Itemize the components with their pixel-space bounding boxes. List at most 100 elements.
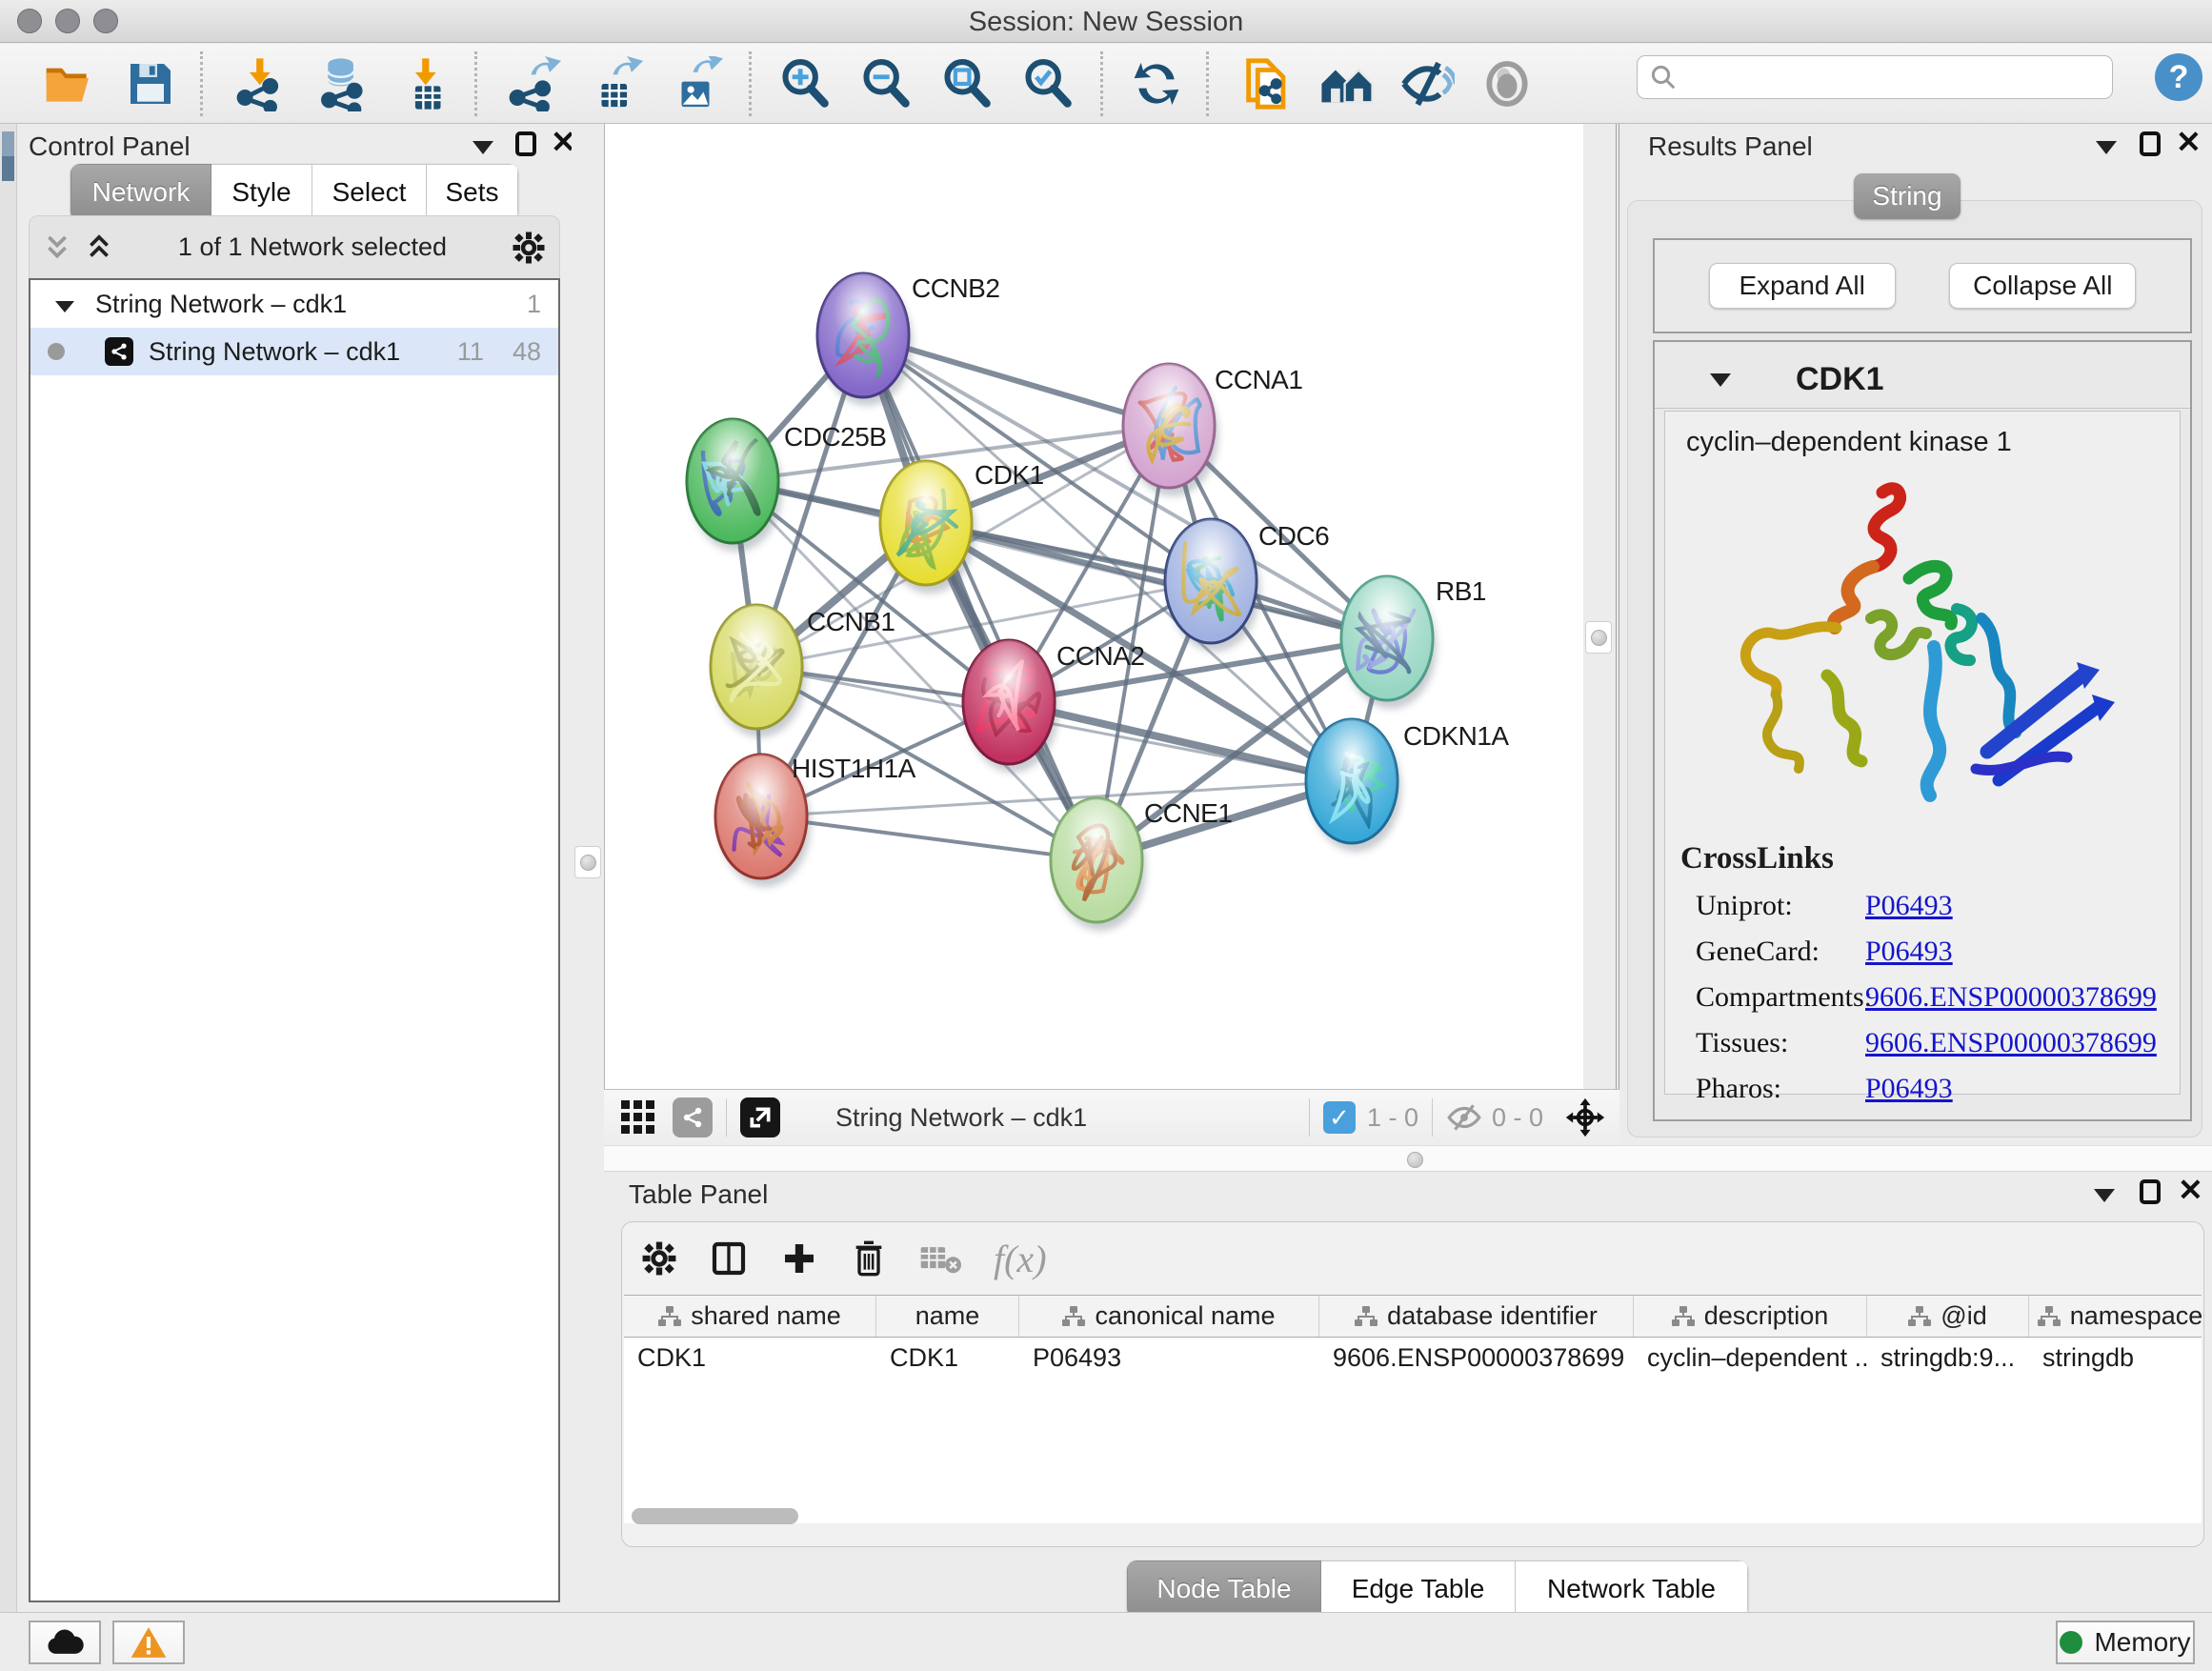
zoom-selected-button[interactable] <box>1019 55 1076 112</box>
apply-layout-button[interactable] <box>1128 55 1185 112</box>
expand-all-chevron-icon[interactable] <box>85 232 113 263</box>
network-row-selected[interactable]: String Network – cdk1 11 48 <box>30 328 558 375</box>
show-all-button[interactable] <box>1318 55 1376 112</box>
node-table[interactable]: shared namenamecanonical namedatabase id… <box>624 1295 2202 1523</box>
export-network-button[interactable] <box>505 55 562 112</box>
expand-all-button[interactable]: Expand All <box>1709 263 1896 309</box>
cloud-icon <box>44 1627 86 1658</box>
hidden-eye-slash-icon <box>1446 1102 1482 1133</box>
network-collection-row[interactable]: String Network – cdk1 1 <box>30 280 558 328</box>
crosslink-link[interactable]: P06493 <box>1865 890 1953 922</box>
results-panel-close-icon[interactable]: ✕ <box>2176 130 2202 154</box>
network-canvas[interactable]: CCNB2CCNA1CDC25BCDK1CDC6RB1CCNB1CCNA2CDK… <box>604 124 1583 1089</box>
network-view-title: String Network – cdk1 <box>835 1103 1087 1133</box>
help-button[interactable]: ? <box>2155 53 2202 101</box>
control-panel-collapse-icon[interactable] <box>473 141 493 154</box>
column-header-database-identifier[interactable]: database identifier <box>1319 1296 1634 1337</box>
crosslink-link[interactable]: P06493 <box>1865 1073 1953 1105</box>
toolbar-separator <box>749 51 752 116</box>
column-header-name[interactable]: name <box>876 1296 1019 1337</box>
warning-button[interactable] <box>112 1621 185 1664</box>
horizontal-splitter-handle[interactable] <box>1398 1150 1431 1169</box>
tree-expand-triangle-icon[interactable] <box>55 290 74 319</box>
table-panel-close-icon[interactable]: ✕ <box>2178 1178 2203 1202</box>
search-icon <box>1649 63 1678 91</box>
crosslink-link[interactable]: 9606.ENSP00000378699 <box>1865 1027 2157 1059</box>
table-panel-collapse-icon[interactable] <box>2094 1189 2115 1202</box>
column-header-shared-name[interactable]: shared name <box>624 1296 876 1337</box>
open-in-window-icon[interactable] <box>740 1097 780 1137</box>
search-input[interactable] <box>1637 55 2113 99</box>
left-splitter-handle[interactable] <box>574 846 601 878</box>
table-cell[interactable]: cyclin–dependent ... <box>1634 1338 1867 1378</box>
results-panel-collapse-icon[interactable] <box>2096 141 2117 154</box>
tab-style[interactable]: Style <box>211 164 312 221</box>
collection-network-count: 1 <box>527 290 541 319</box>
table-gear-icon[interactable] <box>641 1240 677 1277</box>
tab-node-table[interactable]: Node Table <box>1127 1560 1321 1618</box>
hierarchy-column-icon <box>1672 1306 1695 1327</box>
results-panel-float-icon[interactable] <box>2140 131 2161 156</box>
export-image-button[interactable] <box>667 55 724 112</box>
memory-button[interactable]: Memory <box>2056 1621 2195 1664</box>
table-cell[interactable]: stringdb:9... <box>1867 1338 2029 1378</box>
selected-checkbox-icon[interactable]: ✓ <box>1323 1101 1356 1134</box>
collapse-all-chevron-icon[interactable] <box>43 232 71 263</box>
crosslink-link[interactable]: 9606.ENSP00000378699 <box>1865 981 2157 1014</box>
export-table-button[interactable] <box>587 55 644 112</box>
table-row[interactable]: CDK1CDK1P064939606.ENSP00000378699cyclin… <box>624 1338 2202 1378</box>
control-panel-float-icon[interactable] <box>515 131 536 156</box>
warning-triangle-icon <box>130 1625 168 1660</box>
table-header-row[interactable]: shared namenamecanonical namedatabase id… <box>624 1296 2202 1338</box>
left-splitter[interactable] <box>572 124 604 1145</box>
table-cell[interactable]: stringdb <box>2029 1338 2202 1378</box>
tab-sets[interactable]: Sets <box>427 164 518 221</box>
show-hidden-button-disabled[interactable] <box>1478 55 1536 112</box>
add-column-plus-icon[interactable] <box>780 1239 818 1278</box>
import-table-button[interactable] <box>398 55 455 112</box>
horizontal-splitter[interactable] <box>604 1145 2212 1172</box>
column-header--id[interactable]: @id <box>1867 1296 2029 1337</box>
column-header-canonical-name[interactable]: canonical name <box>1019 1296 1319 1337</box>
gear-icon[interactable] <box>512 231 546 265</box>
table-cell[interactable]: 9606.ENSP00000378699 <box>1319 1338 1634 1378</box>
zoom-out-button[interactable] <box>857 55 915 112</box>
grid-view-icon[interactable] <box>619 1098 657 1137</box>
table-cell[interactable]: CDK1 <box>624 1338 876 1378</box>
zoom-in-button[interactable] <box>776 55 834 112</box>
tab-edge-table[interactable]: Edge Table <box>1321 1560 1516 1618</box>
delete-column-trash-icon[interactable] <box>851 1239 887 1278</box>
table-cell[interactable]: P06493 <box>1019 1338 1319 1378</box>
share-view-icon[interactable] <box>673 1097 713 1137</box>
table-horizontal-scrollbar[interactable] <box>632 1508 798 1524</box>
cloud-button[interactable] <box>29 1621 101 1664</box>
column-header-namespace[interactable]: namespace <box>2029 1296 2202 1337</box>
crosslink-link[interactable]: P06493 <box>1865 936 1953 968</box>
table-cell[interactable]: CDK1 <box>876 1338 1019 1378</box>
svg-text:CDC25B: CDC25B <box>784 422 886 452</box>
import-network-file-button[interactable] <box>232 55 290 112</box>
right-splitter[interactable] <box>1583 124 1619 1145</box>
collapse-all-button[interactable]: Collapse All <box>1949 263 2136 309</box>
network-graph[interactable]: CCNB2CCNA1CDC25BCDK1CDC6RB1CCNB1CCNA2CDK… <box>605 124 1584 1089</box>
pan-crosshair-icon[interactable] <box>1564 1097 1606 1138</box>
left-strip-swatch <box>2 156 14 181</box>
tab-string[interactable]: String <box>1854 173 1961 219</box>
column-header-description[interactable]: description <box>1634 1296 1867 1337</box>
copy-network-button[interactable] <box>1238 55 1296 112</box>
save-session-button[interactable] <box>122 55 179 112</box>
right-splitter-handle[interactable] <box>1585 621 1612 654</box>
tab-network-table[interactable]: Network Table <box>1516 1560 1748 1618</box>
hide-selected-button[interactable] <box>1398 55 1456 112</box>
entry-collapse-triangle-icon[interactable] <box>1710 373 1731 387</box>
open-session-button[interactable] <box>40 55 97 112</box>
zoom-fit-button[interactable] <box>938 55 995 112</box>
tab-network[interactable]: Network <box>70 164 211 221</box>
tab-select[interactable]: Select <box>312 164 427 221</box>
import-network-database-button[interactable] <box>314 55 372 112</box>
results-panel-title: Results Panel <box>1648 131 1813 162</box>
table-panel-float-icon[interactable] <box>2140 1179 2161 1204</box>
statusbar-divider <box>726 1098 727 1137</box>
entry-header[interactable]: CDK1 <box>1655 352 2190 409</box>
select-columns-icon[interactable] <box>710 1239 748 1278</box>
